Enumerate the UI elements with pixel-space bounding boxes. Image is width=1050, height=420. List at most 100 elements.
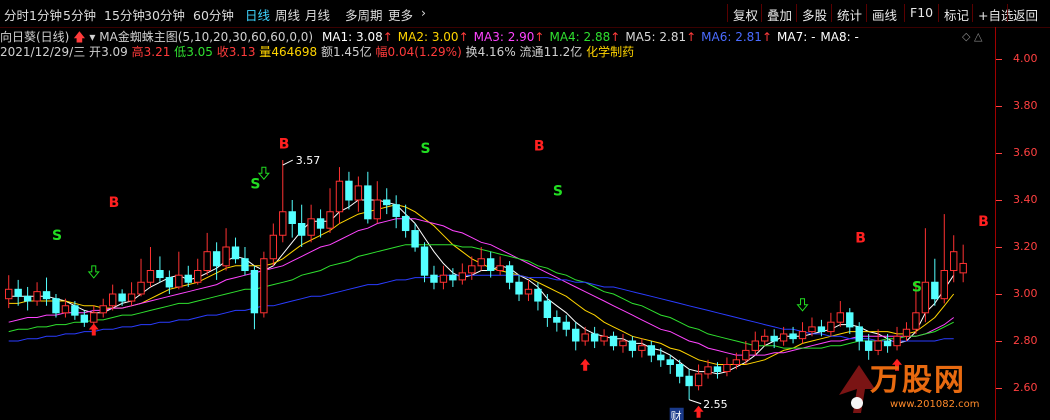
candle-body [534, 288, 542, 302]
candle-body [307, 218, 315, 236]
candle-body [940, 270, 948, 300]
candle-body [241, 258, 249, 271]
candle-body [619, 340, 627, 347]
y-tick-label: 3.80 [1013, 99, 1038, 112]
tool-button-8[interactable]: 返回 [1013, 5, 1038, 24]
candle-body [430, 274, 438, 283]
watermark-brand: 万股网 [870, 363, 966, 398]
buy-arrow-icon [693, 405, 704, 418]
candle-body [316, 218, 325, 229]
candle-body [742, 349, 750, 361]
candle-body [42, 291, 51, 300]
candle-body [411, 230, 419, 248]
candle-body [335, 180, 344, 213]
candle-body [515, 281, 523, 295]
candle-body [855, 326, 863, 342]
sell-arrow-icon [87, 265, 100, 279]
candle-body [137, 281, 145, 295]
candle-body [477, 258, 485, 267]
candle-body [770, 335, 778, 342]
candle-body [80, 314, 89, 323]
candle-body [761, 335, 769, 342]
candle-body [52, 298, 60, 314]
candle-body [590, 333, 599, 342]
candle-body [524, 288, 533, 295]
signal-label-b: B [855, 230, 866, 246]
candle-body [33, 291, 41, 302]
candle-body [449, 274, 457, 281]
y-tick-mark [996, 200, 1002, 201]
watermark-url: www.201082.com [890, 399, 980, 410]
candle-body [751, 340, 759, 351]
candle-body [269, 234, 278, 260]
candle-body [704, 366, 712, 375]
candle-body [373, 199, 381, 220]
y-tick-mark [996, 388, 1002, 389]
candle-body [959, 262, 967, 274]
buy-arrow-icon [580, 358, 591, 371]
signal-label-s: S [421, 141, 431, 157]
candle-body [165, 277, 174, 288]
candle-body [817, 326, 826, 333]
y-tick-mark [996, 341, 1002, 342]
candle-body [212, 251, 221, 267]
finance-badge-label: 财 [671, 409, 682, 420]
y-tick-mark [996, 59, 1002, 60]
candle-body [231, 246, 240, 260]
candle-body [354, 185, 363, 201]
candle-body [392, 204, 400, 217]
candle-body [420, 246, 429, 276]
candle-body [562, 321, 570, 330]
candle-body [175, 274, 183, 288]
signal-label-b: B [109, 195, 120, 211]
candle-body [912, 312, 920, 330]
candle-body [156, 270, 164, 279]
y-tick-mark [996, 294, 1002, 295]
candle-body [297, 223, 306, 236]
y-axis-line [995, 27, 996, 420]
y-tick-label: 2.60 [1013, 381, 1038, 394]
candle-body [250, 270, 259, 314]
candle-body [581, 333, 589, 342]
signal-label-s: S [250, 176, 260, 192]
candle-body [184, 274, 192, 283]
candle-body [902, 328, 911, 337]
candle-body [458, 272, 467, 281]
candle-body [5, 288, 13, 300]
high-price-label: 3.57 [296, 154, 321, 167]
candle-body [675, 364, 684, 377]
candle-body [666, 359, 674, 365]
candle-body [61, 305, 70, 314]
signal-label-b: B [279, 136, 290, 152]
candle-body [883, 340, 892, 347]
candle-body [401, 215, 410, 232]
candle-body [468, 265, 476, 274]
candle-body [846, 312, 854, 328]
candle-body [486, 258, 495, 271]
candle-body [893, 335, 901, 347]
candle-body [713, 366, 722, 373]
candle-body [921, 281, 930, 314]
candle-body [836, 312, 845, 323]
candle-body [260, 258, 268, 314]
candle-body [638, 345, 646, 351]
candle-body [657, 354, 665, 361]
y-tick-mark [996, 153, 1002, 154]
low-price-label: 2.55 [703, 398, 728, 411]
candle-body [647, 345, 656, 356]
y-tick-label: 4.00 [1013, 52, 1038, 65]
candle-body [950, 251, 958, 271]
y-tick-label: 2.80 [1013, 334, 1038, 347]
candle-body [874, 340, 882, 351]
candle-body [827, 321, 835, 333]
candle-body [23, 295, 32, 302]
candle-body [779, 333, 788, 342]
signal-label-s: S [912, 280, 922, 296]
low-pointer [688, 399, 702, 405]
candle-body [931, 281, 939, 300]
candle-body [146, 270, 155, 283]
y-tick-label: 3.20 [1013, 240, 1038, 253]
y-tick-label: 3.60 [1013, 146, 1038, 159]
candle-body [345, 180, 353, 201]
signal-label-b: B [978, 214, 989, 230]
